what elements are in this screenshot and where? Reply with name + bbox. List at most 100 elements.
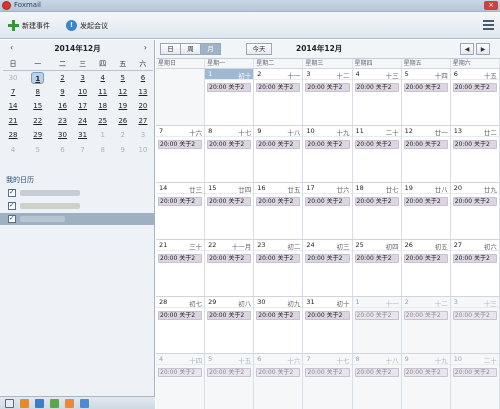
event-item[interactable]: 20:00 关于2 xyxy=(207,311,252,320)
event-item[interactable]: 20:00 关于2 xyxy=(305,368,350,377)
mini-day-cell[interactable]: 5 xyxy=(113,70,133,85)
day-cell[interactable]: 20 廿九 20:00 关于2 xyxy=(450,183,500,239)
mini-day-cell[interactable]: 1 xyxy=(93,128,113,143)
mini-day-cell[interactable]: 18 xyxy=(93,99,113,114)
tasks-icon[interactable] xyxy=(80,399,89,408)
event-item[interactable]: 20:00 关于2 xyxy=(305,311,350,320)
day-cell[interactable]: 1 十一 20:00 关于2 xyxy=(352,297,402,353)
event-item[interactable]: 20:00 关于2 xyxy=(207,368,252,377)
new-event-button[interactable]: 新建事件 xyxy=(8,18,50,33)
day-cell[interactable]: 2 十一 20:00 关于2 xyxy=(254,69,304,125)
event-item[interactable]: 20:00 关于2 xyxy=(158,311,203,320)
event-item[interactable]: 20:00 关于2 xyxy=(403,83,448,92)
day-cell[interactable]: 27 初六 20:00 关于2 xyxy=(450,240,500,296)
day-cell[interactable]: 9 十八 20:00 关于2 xyxy=(254,126,304,182)
menu-icon[interactable] xyxy=(483,20,494,30)
event-item[interactable]: 20:00 关于2 xyxy=(354,368,399,377)
event-item[interactable]: 20:00 关于2 xyxy=(403,311,448,320)
calendar-checkbox[interactable] xyxy=(8,201,16,210)
mini-day-cell[interactable]: 17 xyxy=(73,99,93,114)
today-button[interactable]: 今天 xyxy=(246,43,272,55)
mini-day-cell[interactable]: 12 xyxy=(113,85,133,100)
day-cell[interactable]: 13 廿二 20:00 关于2 xyxy=(450,126,500,182)
event-item[interactable]: 20:00 关于2 xyxy=(452,311,497,320)
mini-day-cell[interactable]: 14 xyxy=(3,99,23,114)
day-cell[interactable]: 2 十二 20:00 关于2 xyxy=(401,297,451,353)
day-cell[interactable]: 23 初二 20:00 关于2 xyxy=(254,240,304,296)
mini-day-cell[interactable]: 13 xyxy=(133,85,153,100)
day-cell[interactable]: 31 初十 20:00 关于2 xyxy=(303,297,353,353)
day-cell[interactable]: 25 初四 20:00 关于2 xyxy=(352,240,402,296)
calendar-icon[interactable] xyxy=(35,399,44,408)
event-item[interactable]: 20:00 关于2 xyxy=(452,83,497,92)
event-item[interactable]: 20:00 关于2 xyxy=(207,83,252,92)
day-cell[interactable]: 6 十六 20:00 关于2 xyxy=(254,354,304,409)
day-cell[interactable]: 5 十四 20:00 关于2 xyxy=(401,69,451,125)
event-item[interactable]: 20:00 关于2 xyxy=(305,140,350,149)
day-cell[interactable]: 14 廿三 20:00 关于2 xyxy=(156,183,206,239)
mini-day-cell[interactable]: 19 xyxy=(113,99,133,114)
day-cell[interactable]: 1 初十 20:00 关于2 xyxy=(205,69,255,125)
start-meeting-button[interactable]: ! 发起会议 xyxy=(66,18,108,33)
day-cell[interactable]: 4 十三 20:00 关于2 xyxy=(352,69,402,125)
prev-month-button[interactable]: ◀ xyxy=(460,43,474,55)
mini-day-cell[interactable]: 7 xyxy=(3,85,23,100)
mini-day-cell[interactable]: 9 xyxy=(52,85,72,100)
event-item[interactable]: 20:00 关于2 xyxy=(256,254,301,263)
mini-day-cell[interactable]: 8 xyxy=(93,143,113,158)
mini-day-cell[interactable]: 28 xyxy=(3,128,23,143)
rss-icon[interactable] xyxy=(65,399,74,408)
event-item[interactable]: 20:00 关于2 xyxy=(452,197,497,206)
day-cell[interactable]: 10 十九 20:00 关于2 xyxy=(303,126,353,182)
event-item[interactable]: 20:00 关于2 xyxy=(452,140,497,149)
mini-day-cell[interactable]: 26 xyxy=(113,114,133,129)
event-item[interactable]: 20:00 关于2 xyxy=(354,254,399,263)
close-window-button[interactable]: × xyxy=(484,1,498,10)
event-item[interactable]: 20:00 关于2 xyxy=(207,197,252,206)
event-item[interactable]: 20:00 关于2 xyxy=(403,368,448,377)
day-cell[interactable]: 8 十八 20:00 关于2 xyxy=(352,354,402,409)
event-item[interactable]: 20:00 关于2 xyxy=(158,140,203,149)
day-cell[interactable]: 22 十一月 20:00 关于2 xyxy=(205,240,255,296)
day-cell[interactable]: 12 廿一 20:00 关于2 xyxy=(401,126,451,182)
calendar-checkbox[interactable] xyxy=(8,188,16,197)
mini-day-cell[interactable]: 29 xyxy=(23,128,52,143)
mini-day-cell[interactable]: 22 xyxy=(23,114,52,129)
day-cell[interactable]: 29 初八 20:00 关于2 xyxy=(205,297,255,353)
event-item[interactable]: 20:00 关于2 xyxy=(305,83,350,92)
view-tab[interactable]: 日 xyxy=(160,43,181,55)
day-cell[interactable]: 28 初七 20:00 关于2 xyxy=(156,297,206,353)
event-item[interactable]: 20:00 关于2 xyxy=(305,254,350,263)
day-cell[interactable]: 4 十四 20:00 关于2 xyxy=(156,354,206,409)
mini-day-cell[interactable]: 8 xyxy=(23,85,52,100)
mini-day-cell[interactable]: 30 xyxy=(52,128,72,143)
calendar-item[interactable] xyxy=(0,187,155,199)
day-cell[interactable]: 21 三十 20:00 关于2 xyxy=(156,240,206,296)
event-item[interactable]: 20:00 关于2 xyxy=(158,197,203,206)
next-month-button[interactable]: ▶ xyxy=(476,43,490,55)
event-item[interactable]: 20:00 关于2 xyxy=(403,254,448,263)
view-tab[interactable]: 周 xyxy=(180,43,201,55)
day-cell[interactable]: 19 廿八 20:00 关于2 xyxy=(401,183,451,239)
calendar-item-selected[interactable] xyxy=(0,213,155,225)
notes-icon[interactable] xyxy=(50,399,59,408)
day-cell[interactable]: 3 十二 20:00 关于2 xyxy=(303,69,353,125)
mini-day-cell[interactable]: 31 xyxy=(73,128,93,143)
mini-day-cell[interactable]: 6 xyxy=(52,143,72,158)
calendar-item[interactable] xyxy=(0,200,155,212)
event-item[interactable]: 20:00 关于2 xyxy=(354,140,399,149)
mini-day-cell[interactable]: 3 xyxy=(133,128,153,143)
event-item[interactable]: 20:00 关于2 xyxy=(305,197,350,206)
event-item[interactable]: 20:00 关于2 xyxy=(354,311,399,320)
day-cell[interactable]: 9 十九 20:00 关于2 xyxy=(401,354,451,409)
event-item[interactable]: 20:00 关于2 xyxy=(452,368,497,377)
event-item[interactable]: 20:00 关于2 xyxy=(256,83,301,92)
mini-day-cell[interactable]: 27 xyxy=(133,114,153,129)
event-item[interactable]: 20:00 关于2 xyxy=(207,140,252,149)
next-month-icon[interactable]: › xyxy=(144,43,147,52)
day-cell[interactable]: 15 廿四 20:00 关于2 xyxy=(205,183,255,239)
mini-day-cell[interactable]: 2 xyxy=(52,70,72,85)
event-item[interactable]: 20:00 关于2 xyxy=(256,311,301,320)
day-cell[interactable]: 11 二十 20:00 关于2 xyxy=(352,126,402,182)
mini-day-cell[interactable]: 23 xyxy=(52,114,72,129)
